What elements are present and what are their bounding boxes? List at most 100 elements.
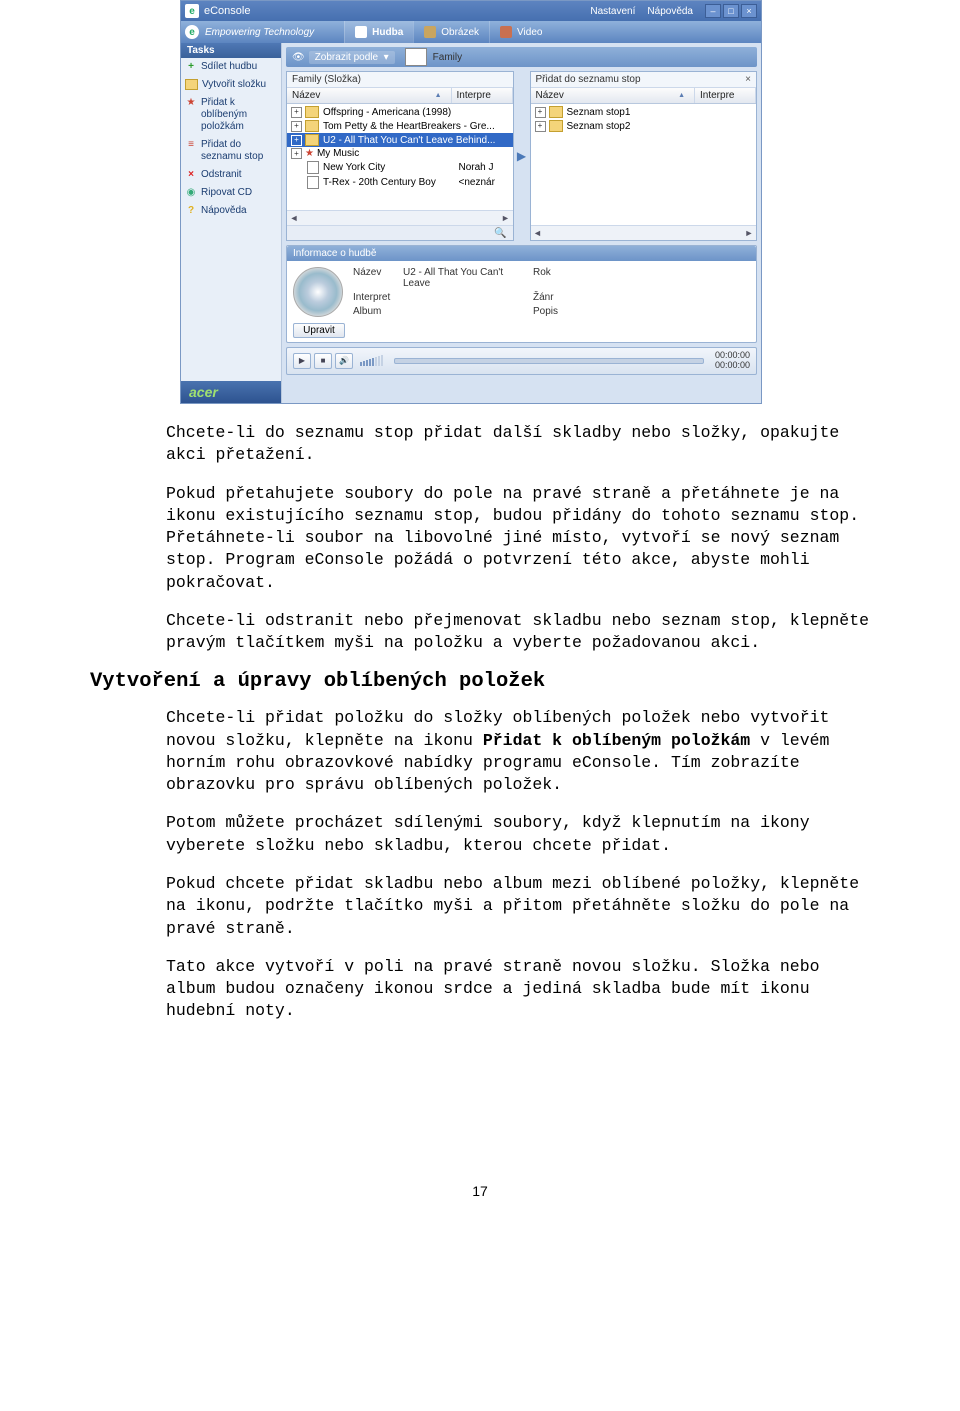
expand-icon[interactable]: + — [291, 148, 302, 159]
tree-row[interactable]: +Offspring - Americana (1998) — [287, 105, 513, 119]
sidebar: Tasks +Sdílet hudbu Vytvořit složku ★Při… — [181, 43, 282, 403]
sidebar-item-delete[interactable]: ×Odstranit — [181, 166, 281, 184]
tab-video-label: Video — [517, 27, 542, 38]
scroll-left-icon[interactable]: ◄ — [287, 213, 301, 223]
col-name[interactable]: Název▲ — [531, 88, 696, 103]
sort-asc-icon: ▲ — [435, 92, 442, 99]
search-bar[interactable]: 🔍 — [287, 225, 513, 240]
info-year-label: Rok — [533, 267, 573, 289]
tasks-header: Tasks — [181, 43, 281, 58]
tab-image[interactable]: Obrázek — [413, 21, 489, 43]
info-artist-value — [403, 292, 533, 303]
tree-row[interactable]: T-Rex - 20th Century Boy<neznár — [287, 175, 513, 190]
sidebar-item-new-folder[interactable]: Vytvořit složku — [181, 76, 281, 94]
col-artist[interactable]: Interpre — [452, 88, 513, 103]
info-grid: Název U2 - All That You Can't Leave Rok … — [353, 267, 573, 317]
left-pane-title: Family (Složka) — [287, 72, 513, 88]
folder-icon — [305, 120, 319, 132]
sidebar-item-label: Přidat k oblíbeným položkám — [201, 97, 277, 133]
music-icon — [355, 26, 367, 38]
paragraph: Potom můžete procházet sdílenými soubory… — [166, 812, 870, 857]
expand-icon[interactable]: + — [535, 107, 546, 118]
help-icon: ? — [185, 205, 197, 217]
info-header: Informace o hudbě — [287, 246, 756, 261]
tab-image-label: Obrázek — [441, 27, 479, 38]
cd-icon — [293, 267, 343, 317]
folder-icon — [549, 106, 563, 118]
paragraph: Pokud chcete přidat skladbu nebo album m… — [166, 873, 870, 940]
file-icon — [307, 176, 319, 189]
add-arrow-button[interactable]: ▶ — [516, 71, 528, 241]
search-icon: 🔍 — [494, 228, 506, 239]
sidebar-item-label: Ripovat CD — [201, 187, 252, 199]
play-button[interactable]: ▶ — [293, 353, 311, 369]
star-icon: ★ — [305, 148, 314, 159]
right-tree: +Seznam stop1 +Seznam stop2 — [531, 104, 757, 225]
info-name-label: Název — [353, 267, 403, 289]
sidebar-item-help[interactable]: ?Nápověda — [181, 202, 281, 220]
scrollbar-h[interactable]: ◄► — [287, 210, 513, 225]
sidebar-item-favorite[interactable]: ★Přidat k oblíbeným položkám — [181, 94, 281, 136]
col-artist[interactable]: Interpre — [695, 88, 756, 103]
info-album-value — [403, 306, 533, 317]
sidebar-item-label: Vytvořit složku — [202, 79, 266, 91]
scroll-left-icon[interactable]: ◄ — [531, 228, 545, 238]
scrollbar-h[interactable]: ◄► — [531, 225, 757, 240]
heading: Vytvoření a úpravy oblíbených položek — [90, 670, 870, 693]
viewby-dropdown[interactable]: Zobrazit podle ▾ — [309, 51, 395, 64]
list-icon: ≡ — [185, 139, 197, 151]
paragraph: Chcete-li přidat položku do složky oblíb… — [166, 707, 870, 796]
scroll-right-icon[interactable]: ► — [499, 213, 513, 223]
volume-button[interactable]: 🔊 — [335, 353, 353, 369]
cd-icon: ◉ — [185, 187, 197, 199]
titlebar: e eConsole Nastavení Nápověda – □ × — [181, 1, 761, 21]
progress-bar[interactable] — [394, 358, 704, 364]
tree-row-selected[interactable]: +U2 - All That You Can't Leave Behind... — [287, 133, 513, 147]
tree-row[interactable]: New York CityNorah J — [287, 160, 513, 175]
menu-help[interactable]: Nápověda — [647, 6, 693, 17]
tree-row[interactable]: +Seznam stop2 — [531, 119, 757, 133]
econsole-window: e eConsole Nastavení Nápověda – □ × e Em… — [180, 0, 762, 404]
sidebar-item-rip[interactable]: ◉ Ripovat CD — [181, 184, 281, 202]
tree-row[interactable]: +Tom Petty & the HeartBreakers - Gre... — [287, 119, 513, 133]
brand-text: Empowering Technology — [205, 27, 314, 38]
paragraph: Tato akce vytvoří v poli na pravé straně… — [166, 956, 870, 1023]
tab-music[interactable]: Hudba — [344, 21, 413, 43]
expand-icon[interactable]: + — [291, 107, 302, 118]
expand-icon[interactable]: + — [291, 121, 302, 132]
paragraph: Chcete-li odstranit nebo přejmenovat skl… — [166, 610, 870, 655]
view-toolbar: 👁 Zobrazit podle ▾ Family — [286, 47, 757, 67]
page-number: 17 — [90, 1183, 870, 1199]
stop-button[interactable]: ■ — [314, 353, 332, 369]
paragraph: Chcete-li do seznamu stop přidat další s… — [166, 422, 870, 467]
sort-asc-icon: ▲ — [678, 92, 685, 99]
player-bar: ▶ ■ 🔊 00:00:00 00:00:00 — [286, 347, 757, 375]
col-name[interactable]: Název▲ — [287, 88, 452, 103]
tree-row[interactable]: +★My Music — [287, 147, 513, 160]
expand-icon[interactable]: + — [291, 135, 302, 146]
x-icon: × — [185, 169, 197, 181]
tree-row[interactable]: +Seznam stop1 — [531, 105, 757, 119]
time-total: 00:00:00 — [715, 361, 750, 371]
sidebar-item-label: Přidat do seznamu stop — [201, 139, 277, 163]
close-icon[interactable]: × — [745, 74, 751, 85]
maximize-button[interactable]: □ — [723, 4, 739, 18]
minimize-button[interactable]: – — [705, 4, 721, 18]
tab-music-label: Hudba — [372, 27, 403, 38]
scroll-right-icon[interactable]: ► — [742, 228, 756, 238]
expand-icon[interactable]: + — [535, 121, 546, 132]
folder-icon — [305, 106, 319, 118]
info-name-value: U2 - All That You Can't Leave — [403, 267, 533, 289]
info-desc-label: Popis — [533, 306, 573, 317]
edit-button[interactable]: Upravit — [293, 323, 345, 338]
close-button[interactable]: × — [741, 4, 757, 18]
video-icon — [500, 26, 512, 38]
tab-video[interactable]: Video — [489, 21, 552, 43]
volume-slider[interactable] — [360, 355, 383, 366]
family-label: Family — [433, 52, 462, 63]
document-body: Chcete-li do seznamu stop přidat další s… — [90, 422, 870, 1199]
right-pane-title: Přidat do seznamu stop× — [531, 72, 757, 88]
sidebar-item-playlist[interactable]: ≡ Přidat do seznamu stop — [181, 136, 281, 166]
sidebar-item-share[interactable]: +Sdílet hudbu — [181, 58, 281, 76]
menu-settings[interactable]: Nastavení — [590, 6, 635, 17]
